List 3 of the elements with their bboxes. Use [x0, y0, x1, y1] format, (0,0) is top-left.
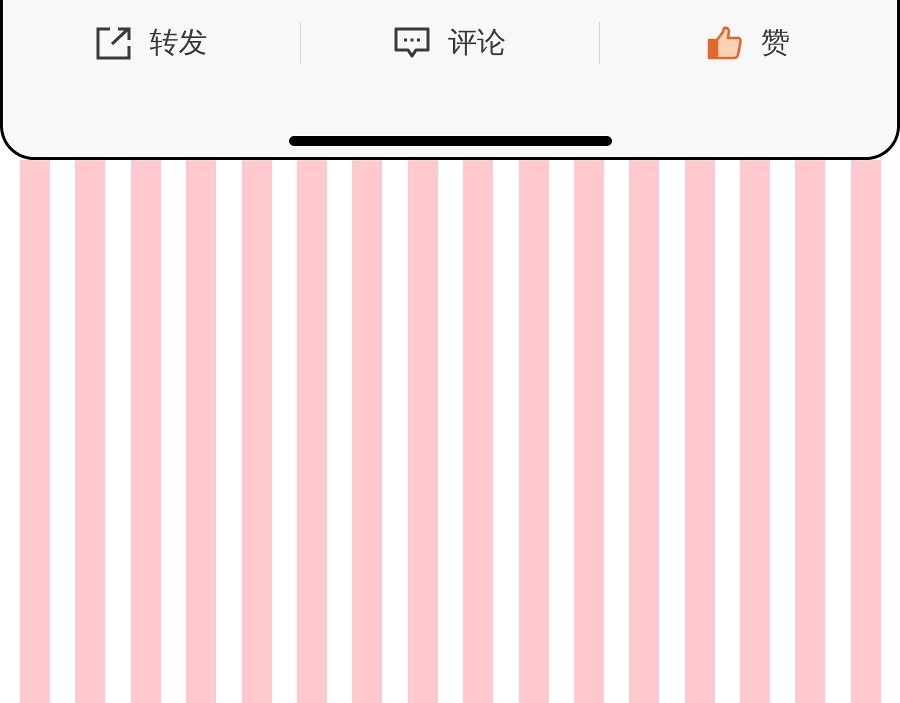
- comment-button[interactable]: 评论: [301, 13, 599, 73]
- share-button[interactable]: 转发: [3, 13, 300, 73]
- like-button[interactable]: 赞: [600, 13, 897, 73]
